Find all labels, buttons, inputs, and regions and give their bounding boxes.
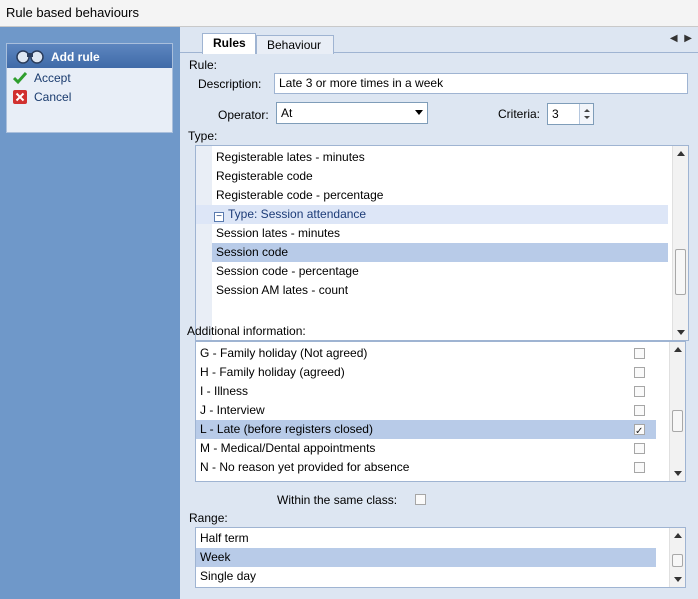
item-checkbox[interactable] (634, 367, 645, 378)
spin-arrows-icon (584, 109, 590, 119)
accept-command[interactable]: Accept (7, 68, 172, 87)
rule-section-label: Rule: (189, 58, 218, 72)
item-checkbox[interactable] (634, 386, 645, 397)
item-label: I - Illness (200, 384, 249, 398)
criteria-label: Criteria: (498, 107, 541, 121)
chevron-down-icon (415, 110, 423, 115)
type-label: Type: (188, 129, 218, 143)
criteria-stepper[interactable]: 3 (547, 103, 594, 125)
operator-label: Operator: (218, 108, 269, 122)
criteria-spin-buttons[interactable] (579, 104, 593, 124)
same-class-label: Within the same class: (277, 493, 398, 507)
scroll-up-icon[interactable] (677, 151, 685, 156)
additional-info-scrollbar[interactable] (669, 342, 685, 481)
tab-behaviour[interactable]: Behaviour (256, 35, 334, 54)
item-checkbox-checked[interactable] (634, 422, 645, 441)
type-list-scrollbar[interactable] (672, 146, 688, 340)
item-checkbox[interactable] (634, 348, 645, 359)
item-label: N - No reason yet provided for absence (200, 460, 410, 474)
list-item[interactable]: Registerable code - percentage (212, 186, 668, 205)
list-item[interactable]: J - Interview (196, 401, 656, 420)
scroll-thumb[interactable] (672, 410, 683, 432)
left-panel: Add rule Accept Cancel (0, 27, 180, 599)
tab-strip: Rules Behaviour ◀ ▶ (180, 27, 698, 54)
list-item[interactable]: Registerable code (212, 167, 668, 186)
description-label: Description: (198, 77, 262, 91)
type-list-items: Registerable lates - minutes Registerabl… (196, 148, 668, 300)
same-class-checkbox[interactable] (415, 494, 426, 505)
scroll-up-icon[interactable] (674, 347, 682, 352)
tab-scroll-left-icon[interactable]: ◀ (670, 33, 678, 44)
cancel-command[interactable]: Cancel (7, 87, 172, 106)
scroll-thumb[interactable] (672, 554, 683, 567)
item-label: J - Interview (200, 403, 265, 417)
collapse-icon[interactable]: − (214, 212, 224, 222)
add-rule-label: Add rule (51, 50, 100, 64)
list-item[interactable]: H - Family holiday (agreed) (196, 363, 656, 382)
type-group-header[interactable]: − Type: Session attendance (196, 205, 668, 224)
main-panel: Rules Behaviour ◀ ▶ Rule: Description: L… (180, 27, 698, 599)
item-label: H - Family holiday (agreed) (200, 365, 345, 379)
item-label: M - Medical/Dental appointments (200, 441, 376, 455)
list-item-selected[interactable]: L - Late (before registers closed) (196, 420, 656, 441)
list-item[interactable]: Session code - percentage (212, 262, 668, 281)
scroll-down-icon[interactable] (674, 577, 682, 582)
list-item[interactable]: Session lates - minutes (212, 224, 668, 243)
range-list[interactable]: Half term Week Single day (195, 527, 686, 588)
binoculars-icon (16, 50, 44, 64)
range-list-items: Half term Week Single day (196, 529, 656, 586)
accept-label: Accept (34, 71, 71, 85)
cancel-icon (13, 90, 27, 104)
add-rule-header: Add rule (7, 44, 172, 68)
list-item[interactable]: Session AM lates - count (212, 281, 668, 300)
item-label: G - Family holiday (Not agreed) (200, 346, 368, 360)
operator-select[interactable]: At (276, 102, 428, 124)
range-label: Range: (189, 511, 228, 525)
type-list-gutter (196, 146, 212, 340)
list-item[interactable]: Single day (196, 567, 656, 586)
tab-scroll-buttons: ◀ ▶ (670, 33, 692, 44)
list-item[interactable]: Half term (196, 529, 656, 548)
list-item[interactable]: G - Family holiday (Not agreed) (196, 344, 656, 363)
description-input[interactable]: Late 3 or more times in a week (274, 73, 688, 94)
tab-scroll-right-icon[interactable]: ▶ (684, 33, 692, 44)
scroll-up-icon[interactable] (674, 533, 682, 538)
type-list[interactable]: Registerable lates - minutes Registerabl… (195, 145, 689, 341)
tab-rules[interactable]: Rules (202, 33, 256, 54)
list-item-selected[interactable]: Session code (212, 243, 668, 262)
group-label: Type: Session attendance (228, 207, 367, 221)
list-item[interactable]: I - Illness (196, 382, 656, 401)
command-box: Add rule Accept Cancel (6, 43, 173, 133)
cancel-label: Cancel (34, 90, 72, 104)
scroll-thumb[interactable] (675, 249, 686, 295)
list-item[interactable]: N - No reason yet provided for absence (196, 458, 656, 477)
scroll-down-icon[interactable] (677, 330, 685, 335)
additional-info-list[interactable]: G - Family holiday (Not agreed) H - Fami… (195, 341, 686, 482)
item-checkbox[interactable] (634, 405, 645, 416)
criteria-value: 3 (552, 107, 559, 121)
list-item[interactable]: Registerable lates - minutes (212, 148, 668, 167)
window-title: Rule based behaviours (0, 0, 698, 27)
additional-info-label: Additional information: (187, 324, 306, 338)
item-label: L - Late (before registers closed) (200, 422, 373, 436)
operator-value: At (281, 106, 293, 120)
item-checkbox[interactable] (634, 443, 645, 454)
list-item[interactable]: M - Medical/Dental appointments (196, 439, 656, 458)
additional-info-items: G - Family holiday (Not agreed) H - Fami… (196, 344, 656, 477)
scroll-down-icon[interactable] (674, 471, 682, 476)
item-checkbox[interactable] (634, 462, 645, 473)
checkmark-icon (13, 72, 27, 85)
list-item-selected[interactable]: Week (196, 548, 656, 567)
range-list-scrollbar[interactable] (669, 528, 685, 587)
